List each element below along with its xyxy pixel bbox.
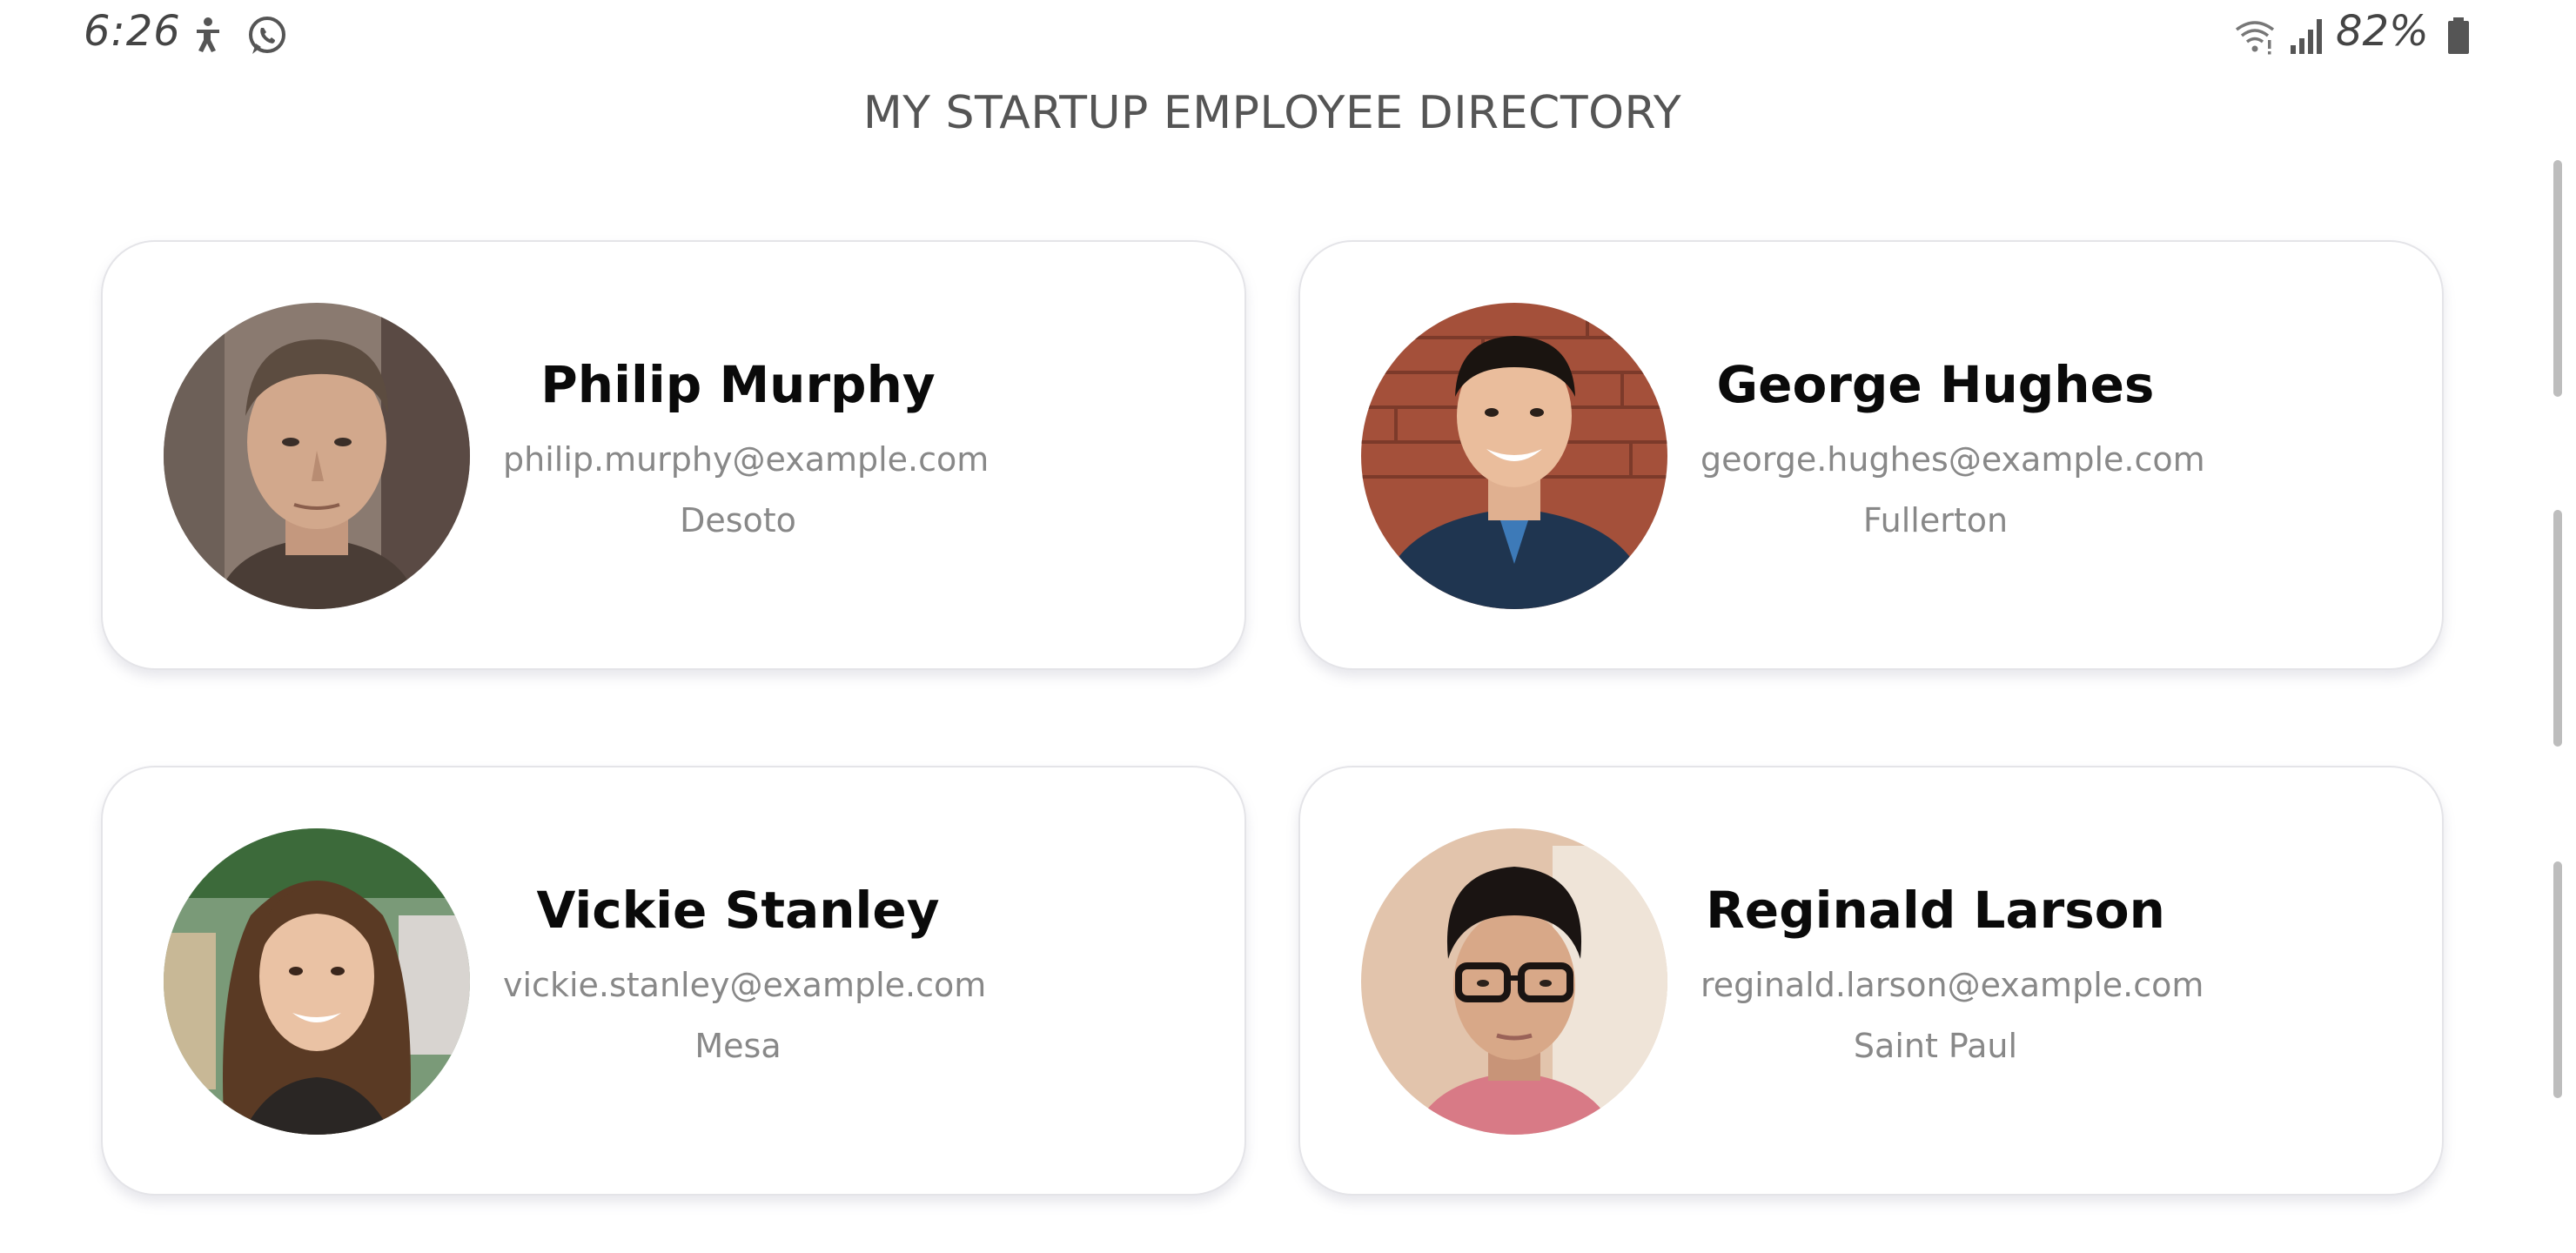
employee-card[interactable]: Reginald Larson reginald.larson@example.…: [1298, 766, 2444, 1196]
avatar: [1361, 828, 1667, 1135]
signal-icon: [2285, 14, 2329, 57]
employee-city: Desoto: [680, 501, 796, 539]
battery-percentage: 82%: [2336, 7, 2429, 56]
employee-name: George Hughes: [1716, 355, 2155, 414]
wifi-icon: [2233, 14, 2277, 57]
page-title: MY STARTUP EMPLOYEE DIRECTORY: [862, 87, 1682, 139]
status-time: 6:26: [84, 7, 181, 56]
employee-name: Reginald Larson: [1706, 881, 2165, 940]
employee-email[interactable]: vickie.stanley@example.com: [503, 966, 986, 1004]
avatar: [1361, 303, 1667, 609]
employee-card[interactable]: Vickie Stanley vickie.stanley@example.co…: [101, 766, 1246, 1196]
avatar: [164, 303, 470, 609]
employee-city: Fullerton: [1862, 501, 2009, 539]
employee-info: Philip Murphy philip.murphy@example.com …: [503, 242, 989, 668]
scrollbar-segment[interactable]: [2553, 160, 2562, 397]
status-bar: 6:26 82%: [0, 0, 2576, 73]
employee-name: Philip Murphy: [540, 355, 936, 414]
employee-card[interactable]: Philip Murphy philip.murphy@example.com …: [101, 240, 1246, 670]
employee-city: Saint Paul: [1853, 1027, 2018, 1065]
whatsapp-icon: [245, 14, 289, 57]
avatar: [164, 828, 470, 1135]
employee-card[interactable]: George Hughes george.hughes@example.com …: [1298, 240, 2444, 670]
employee-info: Reginald Larson reginald.larson@example.…: [1701, 767, 2204, 1194]
employee-info: Vickie Stanley vickie.stanley@example.co…: [503, 767, 986, 1194]
employee-name: Vickie Stanley: [536, 881, 940, 940]
scrollbar-segment[interactable]: [2553, 861, 2562, 1098]
employee-city: Mesa: [694, 1027, 782, 1065]
employee-email[interactable]: george.hughes@example.com: [1701, 440, 2205, 479]
employee-email[interactable]: philip.murphy@example.com: [503, 440, 989, 479]
scrollbar-segment[interactable]: [2553, 510, 2562, 747]
battery-icon: [2437, 14, 2480, 57]
screen: 6:26 82% MY STARTUP EMPLOYEE DIRECTORY P…: [0, 0, 2576, 1253]
employee-email[interactable]: reginald.larson@example.com: [1701, 966, 2204, 1004]
accessibility-icon: [184, 14, 228, 57]
employee-info: George Hughes george.hughes@example.com …: [1701, 242, 2205, 668]
